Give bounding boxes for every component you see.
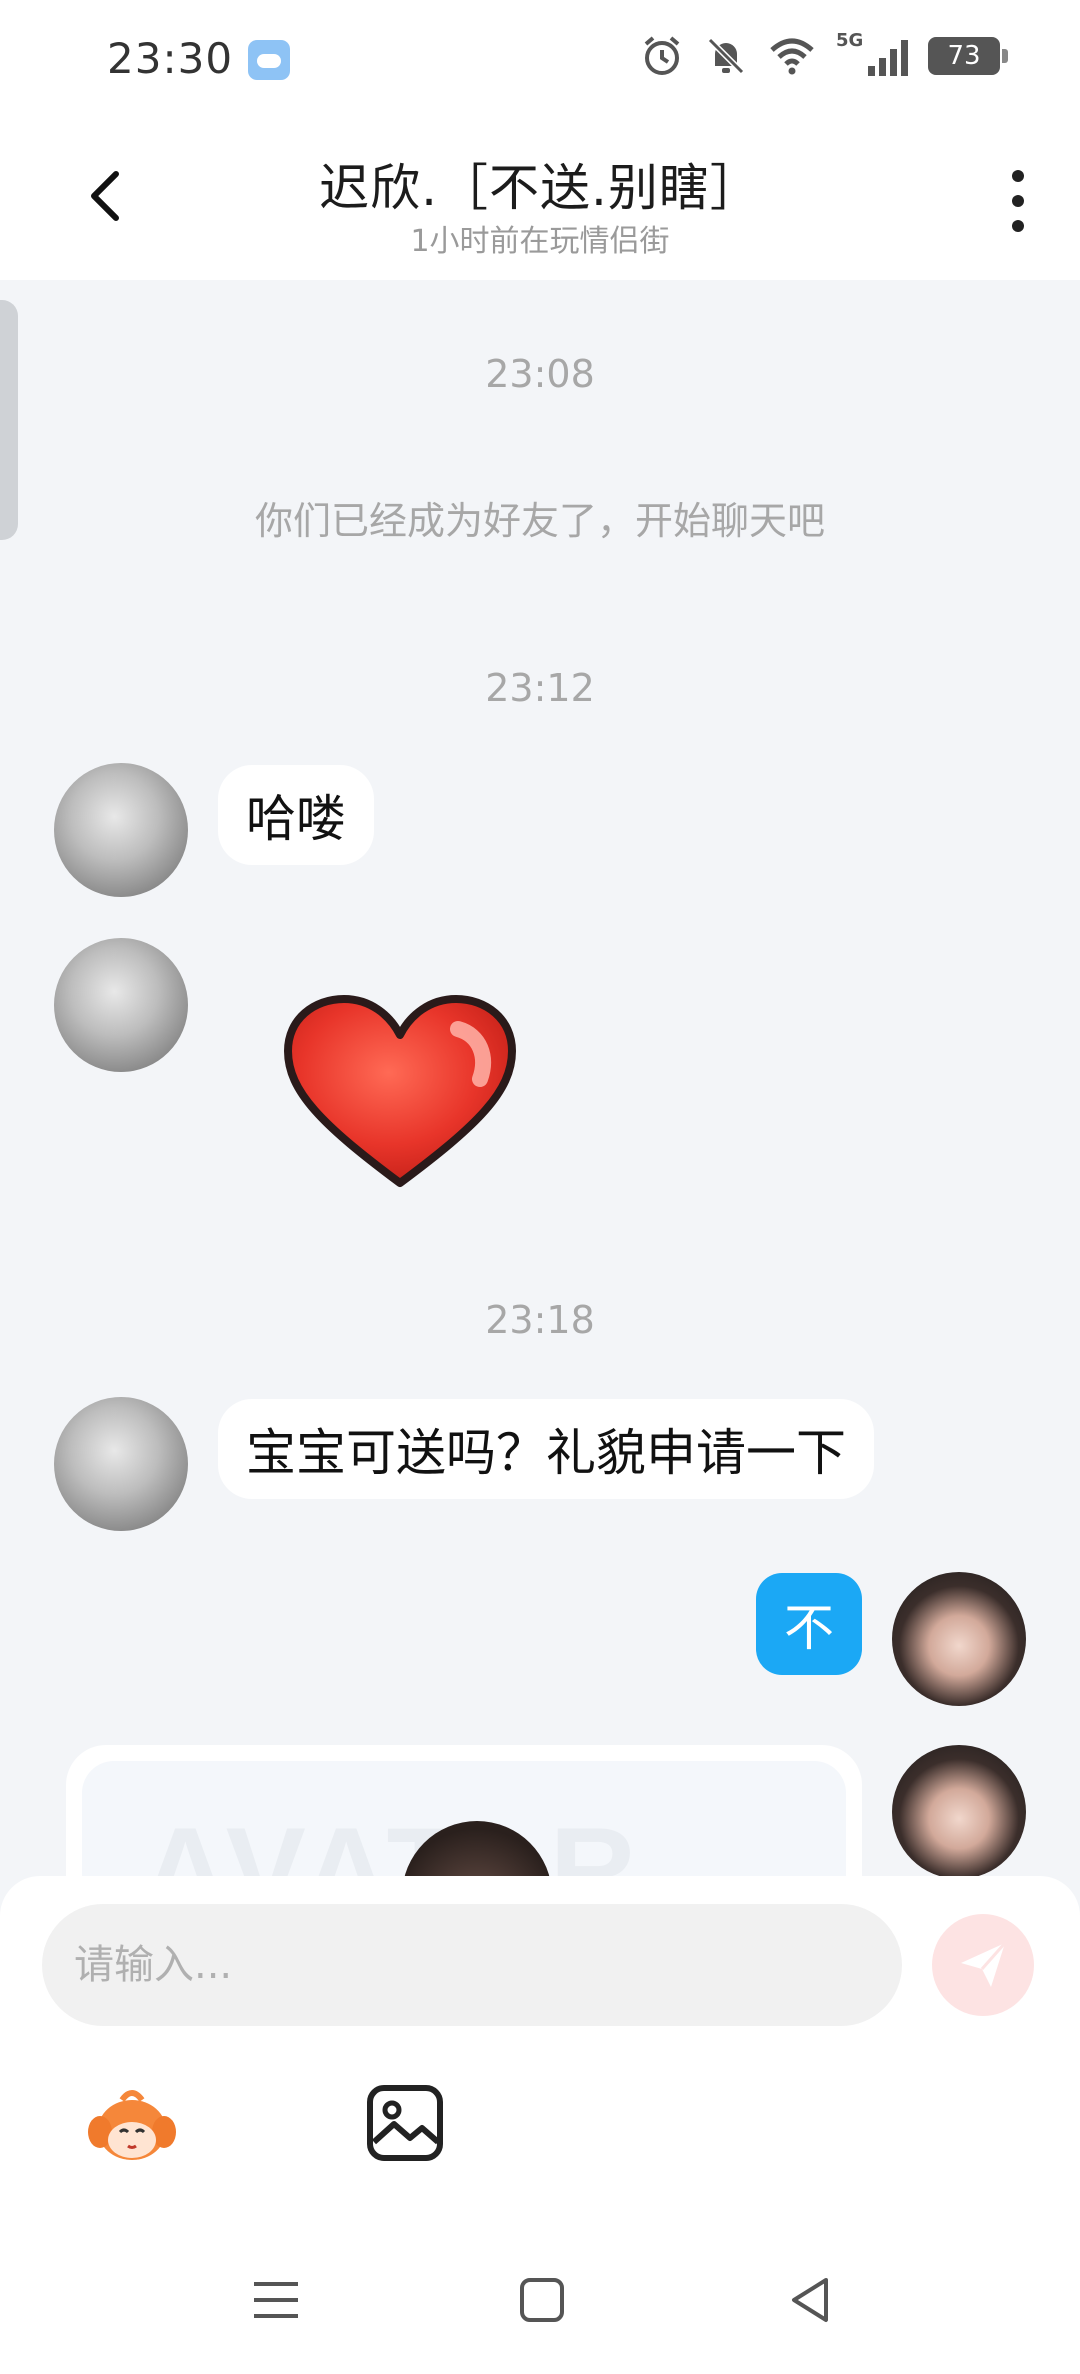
system-navigation-bar	[0, 2230, 1080, 2374]
my-message-bubble[interactable]: 不	[756, 1573, 862, 1675]
more-options-button[interactable]	[1008, 166, 1028, 236]
send-button[interactable]	[932, 1914, 1034, 2016]
wifi-icon	[770, 38, 814, 75]
status-icons: 5G 73	[640, 30, 1008, 78]
message-text: 不	[784, 1599, 834, 1657]
battery-icon: 73	[928, 37, 1008, 75]
chat-header: 迟欣.［不送.别瞎］ 1小时前在玩情侣街	[0, 120, 1080, 280]
message-input-wrapper	[42, 1904, 902, 2026]
battery-level: 73	[947, 41, 981, 71]
message-text: 哈喽	[246, 790, 346, 848]
message-input[interactable]	[42, 1904, 902, 2026]
status-bar: 23:30 5G 73	[0, 0, 1080, 120]
my-avatar[interactable]	[892, 1572, 1026, 1706]
mute-icon	[707, 37, 745, 75]
contact-avatar[interactable]	[54, 763, 188, 897]
network-label: 5G	[836, 30, 864, 51]
heart-sticker-icon[interactable]	[282, 995, 518, 1191]
emoji-sticker-icon[interactable]	[84, 2076, 180, 2172]
system-message: 你们已经成为好友了，开始聊天吧	[254, 499, 825, 543]
timestamp: 23:08	[485, 352, 595, 396]
contact-avatar[interactable]	[54, 1397, 188, 1531]
my-avatar[interactable]	[892, 1745, 1026, 1879]
message-bubble[interactable]: 哈喽	[218, 765, 374, 865]
status-time: 23:30	[107, 34, 234, 83]
chat-subtitle: 1小时前在玩情侣街	[410, 224, 670, 259]
home-nav-icon[interactable]	[512, 2270, 572, 2330]
alarm-icon	[644, 36, 680, 75]
signal-icon: 5G	[836, 30, 908, 76]
chat-title: 迟欣.［不送.别瞎］	[319, 159, 761, 217]
back-nav-icon[interactable]	[780, 2270, 840, 2330]
timestamp: 23:18	[485, 1298, 595, 1342]
image-icon[interactable]	[366, 2084, 444, 2162]
menu-nav-icon[interactable]	[246, 2270, 306, 2330]
timestamp: 23:12	[485, 666, 595, 710]
contact-avatar[interactable]	[54, 938, 188, 1072]
message-bubble[interactable]: 宝宝可送吗？礼貌申请一下	[218, 1399, 874, 1499]
message-text: 宝宝可送吗？礼貌申请一下	[246, 1424, 846, 1482]
weather-icon	[248, 40, 290, 80]
send-icon	[961, 1942, 1007, 1987]
